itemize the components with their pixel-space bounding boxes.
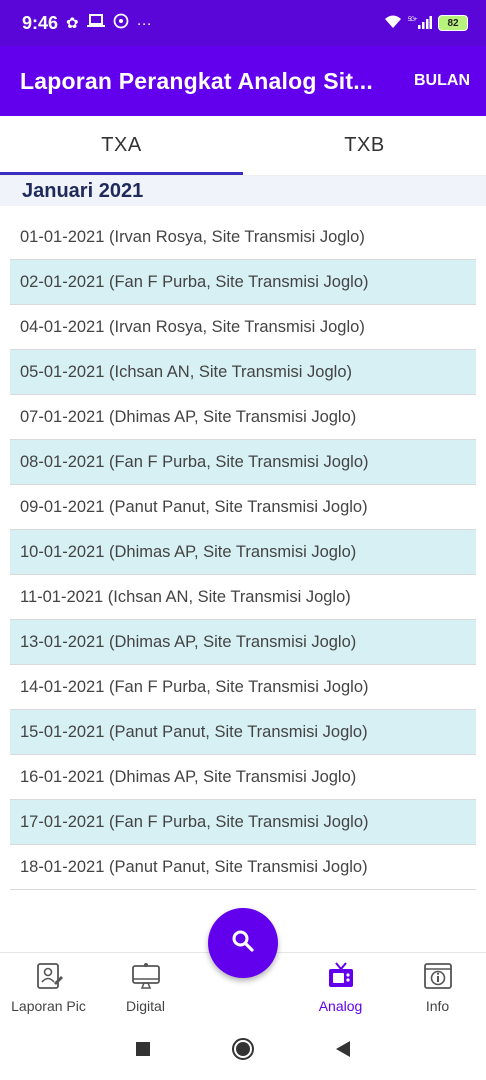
- back-button[interactable]: [335, 1040, 351, 1063]
- search-fab-button[interactable]: [208, 908, 278, 978]
- nav-label: Analog: [318, 997, 363, 1014]
- list-item[interactable]: 09-01-2021 (Panut Panut, Site Transmisi …: [10, 485, 476, 530]
- bulan-button[interactable]: BULAN: [414, 72, 470, 90]
- list-item[interactable]: 05-01-2021 (Ichsan AN, Site Transmisi Jo…: [10, 350, 476, 395]
- more-notifications-icon: ···: [136, 14, 152, 32]
- list-item[interactable]: 10-01-2021 (Dhimas AP, Site Transmisi Jo…: [10, 530, 476, 575]
- list-item[interactable]: 07-01-2021 (Dhimas AP, Site Transmisi Jo…: [10, 395, 476, 440]
- nav-label: Digital: [126, 997, 165, 1014]
- list-item[interactable]: 17-01-2021 (Fan F Purba, Site Transmisi …: [10, 800, 476, 845]
- nav-label: Laporan Pic: [11, 997, 86, 1014]
- list-item[interactable]: 16-01-2021 (Dhimas AP, Site Transmisi Jo…: [10, 755, 476, 800]
- whatsapp-icon: [113, 13, 129, 33]
- month-header: Januari 2021: [0, 176, 486, 206]
- nav-digital[interactable]: Digital: [97, 952, 194, 1022]
- nav-info[interactable]: Info: [389, 952, 486, 1022]
- svg-text:5G+: 5G+: [408, 17, 418, 23]
- status-bar: 9:46 ✿ ··· 5G+ 82: [0, 0, 486, 46]
- search-icon: [230, 928, 256, 959]
- list-item[interactable]: 13-01-2021 (Dhimas AP, Site Transmisi Jo…: [10, 620, 476, 665]
- home-button[interactable]: [231, 1037, 255, 1066]
- tab-bar: TXA TXB: [0, 116, 486, 176]
- wifi-icon: [384, 15, 402, 32]
- info-icon: [423, 961, 453, 994]
- nav-label: Info: [425, 997, 450, 1014]
- nav-laporan-pic[interactable]: Laporan Pic: [0, 952, 97, 1022]
- list-item[interactable]: 11-01-2021 (Ichsan AN, Site Transmisi Jo…: [10, 575, 476, 620]
- list-item[interactable]: 14-01-2021 (Fan F Purba, Site Transmisi …: [10, 665, 476, 710]
- list-item[interactable]: 04-01-2021 (Irvan Rosya, Site Transmisi …: [10, 305, 476, 350]
- tv-icon: [326, 961, 356, 994]
- tab-txb[interactable]: TXB: [243, 116, 486, 175]
- system-navigation-bar: [0, 1022, 486, 1080]
- tab-txa[interactable]: TXA: [0, 116, 243, 175]
- monitor-icon: [131, 961, 161, 994]
- page-title: Laporan Perangkat Analog Sit...: [20, 67, 373, 94]
- settings-icon: ✿: [66, 15, 79, 32]
- list-item[interactable]: 01-01-2021 (Irvan Rosya, Site Transmisi …: [10, 215, 476, 260]
- laptop-icon: [86, 14, 105, 32]
- app-bar: Laporan Perangkat Analog Sit... BULAN: [0, 46, 486, 116]
- list-item[interactable]: 08-01-2021 (Fan F Purba, Site Transmisi …: [10, 440, 476, 485]
- report-list: 01-01-2021 (Irvan Rosya, Site Transmisi …: [10, 215, 476, 890]
- nav-analog[interactable]: Analog: [292, 952, 389, 1022]
- list-item[interactable]: 15-01-2021 (Panut Panut, Site Transmisi …: [10, 710, 476, 755]
- signal-icon: 5G+: [408, 15, 432, 32]
- report-pic-icon: [34, 961, 64, 994]
- list-item[interactable]: 18-01-2021 (Panut Panut, Site Transmisi …: [10, 845, 476, 890]
- battery-icon: 82: [438, 15, 468, 31]
- status-time: 9:46: [22, 12, 59, 33]
- recents-button[interactable]: [135, 1041, 151, 1062]
- list-item[interactable]: 02-01-2021 (Fan F Purba, Site Transmisi …: [10, 260, 476, 305]
